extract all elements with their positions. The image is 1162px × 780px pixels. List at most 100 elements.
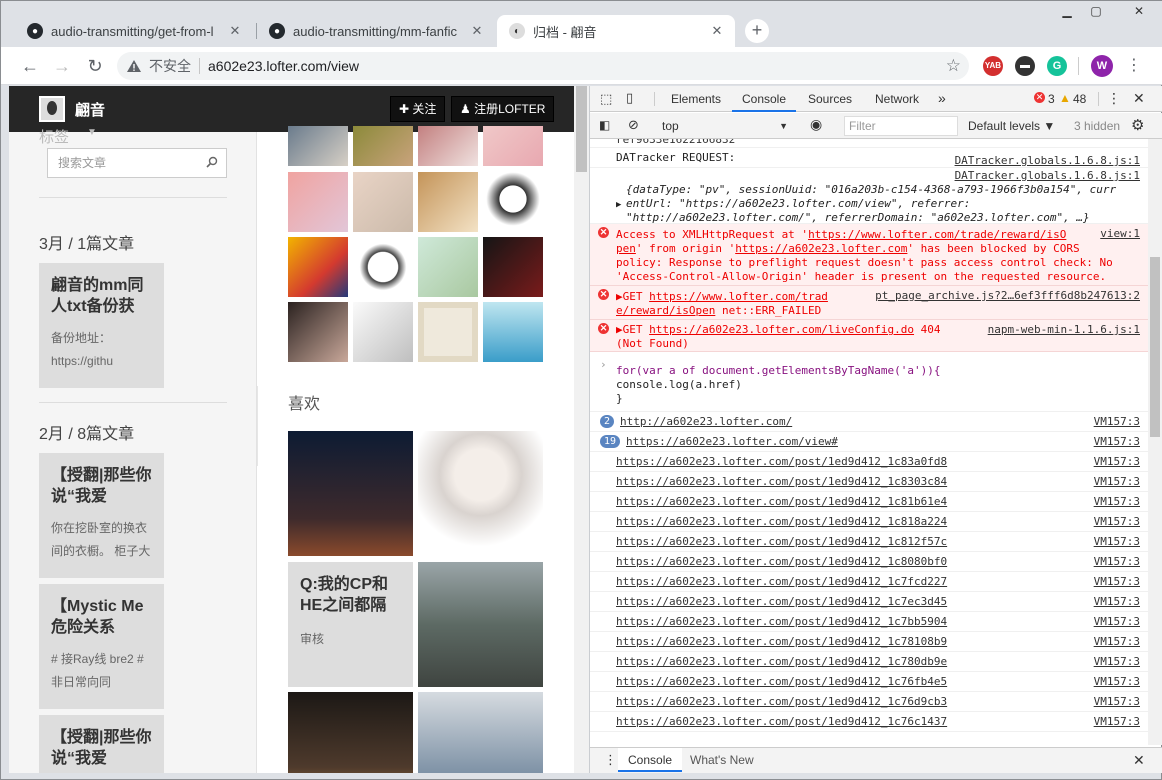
thumbnail-image[interactable]	[483, 172, 543, 232]
register-button[interactable]: ♟ 注册LOFTER	[451, 96, 555, 122]
source-link[interactable]: VM157:3	[1094, 492, 1140, 512]
yab-extension-icon[interactable]: YAB	[983, 56, 1003, 76]
tab-lofter-archive[interactable]: ◐ 归档 - 翩音 ✕	[497, 15, 735, 47]
source-link[interactable]: napm-web-min-1.1.6.js:1	[988, 323, 1140, 337]
post-card[interactable]: 【Mystic Me危险关系 # 接Ray线 bre2 # 非日常向同	[39, 584, 164, 709]
close-icon[interactable]: ✕	[709, 23, 725, 39]
blog-name[interactable]: 翩音	[75, 99, 105, 120]
drawer-menu-icon[interactable]: ⋮	[604, 752, 617, 768]
more-tabs-icon[interactable]: »	[938, 90, 946, 106]
post-url-link[interactable]: https://a602e23.lofter.com/post/1ed9d412…	[616, 535, 947, 548]
profile-avatar[interactable]: W	[1091, 55, 1113, 77]
thumbnail-image[interactable]	[418, 237, 478, 297]
search-input[interactable]: 搜索文章	[47, 148, 227, 178]
device-toolbar-icon[interactable]: ▯	[626, 90, 633, 106]
close-devtools-icon[interactable]: ✕	[1133, 90, 1145, 107]
error-url-link[interactable]: https://www.lofter.com/trade/reward/isO	[808, 228, 1066, 241]
qa-card[interactable]: Q:我的CP和HE之间都隔 审核	[288, 562, 413, 687]
thumbnail-image[interactable]	[418, 126, 478, 166]
source-link[interactable]: VM157:3	[1094, 572, 1140, 592]
source-link[interactable]: view:1	[1100, 227, 1140, 241]
post-url-link[interactable]: https://a602e23.lofter.com/post/1ed9d412…	[616, 515, 947, 528]
liked-image[interactable]	[418, 431, 543, 556]
thumbnail-image[interactable]	[353, 302, 413, 362]
thumbnail-image[interactable]	[483, 237, 543, 297]
error-icon[interactable]: ✕	[1034, 92, 1045, 103]
post-card[interactable]: 【授翻|那些你说“我爱 你在挖卧室的换衣间的衣橱。 柜子大	[39, 453, 164, 578]
forward-icon[interactable]: →	[51, 55, 73, 77]
warning-icon[interactable]: ▲	[1059, 91, 1071, 105]
thumbnail-image[interactable]	[353, 237, 413, 297]
source-link[interactable]: DATracker.globals.1.6.8.js:1	[955, 169, 1140, 183]
minimize-icon[interactable]: ▁	[1053, 1, 1081, 21]
liked-image[interactable]	[418, 692, 543, 773]
back-icon[interactable]: ←	[19, 55, 41, 77]
origin-link[interactable]: https://a602e23.lofter.com	[735, 242, 907, 255]
thumbnail-image[interactable]	[288, 237, 348, 297]
mask-extension-icon[interactable]: ▬	[1015, 56, 1035, 76]
url-text[interactable]: a602e23.lofter.com/view	[208, 58, 359, 74]
source-link[interactable]: VM157:3	[1094, 532, 1140, 552]
clear-console-icon[interactable]: ⊘	[628, 117, 639, 133]
post-url-link[interactable]: https://a602e23.lofter.com/post/1ed9d412…	[616, 635, 947, 648]
post-url-link[interactable]: https://a602e23.lofter.com/post/1ed9d412…	[616, 455, 947, 468]
sidebar-toggle-icon[interactable]: ◧	[599, 118, 610, 132]
error-count[interactable]: 3	[1048, 92, 1055, 106]
post-url-link[interactable]: https://a602e23.lofter.com/post/1ed9d412…	[616, 715, 947, 728]
thumbnail-image[interactable]	[418, 172, 478, 232]
thumbnail-image[interactable]	[353, 172, 413, 232]
liked-image[interactable]	[288, 431, 413, 556]
post-url-link[interactable]: https://a602e23.lofter.com/post/1ed9d412…	[616, 675, 947, 688]
tab-network[interactable]: Network	[866, 86, 928, 112]
source-link[interactable]: VM157:3	[1094, 612, 1140, 632]
thumbnail-image[interactable]	[353, 126, 413, 166]
post-card[interactable]: 【授翻|那些你说“我爱	[39, 715, 164, 773]
expand-request[interactable]: ▶GET	[616, 323, 643, 336]
error-url-link[interactable]: pen	[616, 242, 636, 255]
close-icon[interactable]: ✕	[469, 23, 485, 39]
drawer-tab-console[interactable]: Console	[618, 748, 683, 772]
error-url-link[interactable]: https://www.lofter.com/trad	[649, 290, 828, 303]
context-select[interactable]: top ▼	[652, 116, 792, 136]
new-tab-button[interactable]: +	[745, 19, 769, 43]
thumbnail-image[interactable]	[483, 126, 543, 166]
close-icon[interactable]: ✕	[227, 23, 243, 39]
settings-kebab-icon[interactable]: ⋮	[1107, 90, 1121, 107]
bookmark-star-icon[interactable]: ☆	[946, 56, 961, 76]
tag-title[interactable]: 标签	[39, 126, 69, 147]
page-scrollbar[interactable]	[574, 86, 589, 773]
object-preview[interactable]: {dataType: "pv", sessionUuid: "016a203b-…	[626, 183, 1148, 197]
source-link[interactable]: VM157:3	[1094, 432, 1140, 452]
post-url-link[interactable]: https://a602e23.lofter.com/post/1ed9d412…	[616, 595, 947, 608]
chevron-down-icon[interactable]: ▼	[87, 127, 97, 138]
source-link[interactable]: VM157:3	[1094, 672, 1140, 692]
thumbnail-image[interactable]	[288, 302, 348, 362]
inspect-element-icon[interactable]: ⬚	[600, 91, 612, 107]
tab-github-get-from[interactable]: ● audio-transmitting/get-from-l ✕	[15, 15, 253, 47]
liked-image[interactable]	[418, 562, 543, 687]
tab-sources[interactable]: Sources	[800, 86, 860, 112]
warning-icon[interactable]	[125, 58, 143, 74]
source-link[interactable]: VM157:3	[1094, 512, 1140, 532]
error-url-link[interactable]: e/reward/isOpen	[616, 304, 715, 317]
post-url-link[interactable]: https://a602e23.lofter.com/post/1ed9d412…	[616, 575, 947, 588]
thumbnail-image[interactable]	[418, 302, 478, 362]
source-link[interactable]: VM157:3	[1094, 412, 1140, 432]
url-link[interactable]: http://a602e23.lofter.com/	[620, 415, 792, 428]
maximize-icon[interactable]: ▢	[1082, 1, 1110, 21]
post-url-link[interactable]: https://a602e23.lofter.com/post/1ed9d412…	[616, 495, 947, 508]
source-link[interactable]: VM157:3	[1094, 552, 1140, 572]
grammarly-extension-icon[interactable]: G	[1047, 56, 1067, 76]
address-bar[interactable]: 不安全 a602e23.lofter.com/view ☆	[117, 52, 969, 80]
thumbnail-image[interactable]	[288, 172, 348, 232]
drawer-tab-whats-new[interactable]: What's New	[690, 748, 754, 772]
source-link[interactable]: pt_page_archive.js?2…6ef3fff6d8b247613:2	[875, 289, 1140, 303]
liked-image[interactable]	[288, 692, 413, 773]
blog-avatar[interactable]	[39, 96, 65, 122]
expand-request[interactable]: ▶GET	[616, 290, 643, 303]
warning-count[interactable]: 48	[1073, 92, 1086, 106]
post-url-link[interactable]: https://a602e23.lofter.com/post/1ed9d412…	[616, 615, 947, 628]
post-url-link[interactable]: https://a602e23.lofter.com/post/1ed9d412…	[616, 475, 947, 488]
follow-button[interactable]: ✚ 关注	[390, 96, 446, 122]
tab-elements[interactable]: Elements	[664, 86, 728, 112]
